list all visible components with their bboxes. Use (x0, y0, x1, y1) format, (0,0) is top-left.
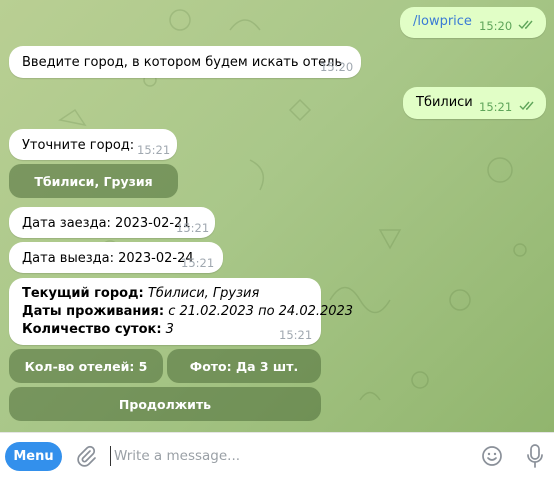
message-tbilisi[interactable]: Тбилиси 15:21 (403, 87, 546, 119)
double-check-icon (518, 20, 533, 30)
city-option-button[interactable]: Тбилиси, Грузия (9, 164, 178, 198)
microphone-icon[interactable] (523, 443, 547, 469)
message-time: 15:21 (176, 221, 210, 235)
summary-dates-line: Даты проживания: с 21.02.2023 по 24.02.2… (22, 304, 353, 319)
summary-city-line: Текущий город: Тбилиси, Грузия (22, 286, 259, 301)
message-text: Уточните город: (22, 138, 135, 153)
paperclip-icon[interactable] (74, 444, 98, 468)
hotels-count-button[interactable]: Кол-во отелей: 5 (9, 349, 163, 383)
summary-city-value: Тбилиси, Грузия (147, 286, 260, 301)
message-text: Введите город, в котором будем искать от… (22, 55, 343, 70)
message-time: 15:21 (181, 256, 215, 270)
chat-area: /lowprice 15:20 Введите город, в котором… (0, 0, 554, 432)
message-time: 15:21 (279, 328, 313, 342)
summary-nights-value: 3 (165, 322, 174, 337)
message-checkout-date[interactable]: Дата выезда: 2023-02-24 15:21 (9, 242, 223, 273)
message-text: /lowprice (413, 14, 472, 29)
message-text: Тбилиси (416, 95, 473, 110)
message-time: 15:21 (137, 143, 171, 157)
message-time: 15:20 (320, 60, 354, 74)
continue-button[interactable]: Продолжить (9, 387, 321, 421)
summary-city-label: Текущий город: (22, 286, 144, 301)
message-composer: Menu (0, 432, 554, 479)
menu-button[interactable]: Menu (5, 442, 62, 471)
message-time: 15:21 (479, 100, 513, 114)
message-text: Дата выезда: 2023-02-24 (22, 251, 194, 266)
photos-button[interactable]: Фото: Да 3 шт. (167, 349, 321, 383)
message-input[interactable] (110, 446, 454, 466)
message-enter-city[interactable]: Введите город, в котором будем искать от… (9, 46, 361, 78)
message-lowprice[interactable]: /lowprice 15:20 (400, 7, 546, 38)
message-checkin-date[interactable]: Дата заезда: 2023-02-21 15:21 (9, 207, 215, 238)
double-check-icon (519, 101, 534, 111)
summary-nights-label: Количество суток: (22, 322, 162, 337)
summary-dates-label: Даты проживания: (22, 304, 165, 319)
message-summary[interactable]: Текущий город: Тбилиси, Грузия Даты прож… (9, 278, 353, 345)
message-clarify-city[interactable]: Уточните город: 15:21 (9, 129, 177, 160)
message-text: Дата заезда: 2023-02-21 (22, 216, 191, 231)
emoji-icon[interactable] (480, 444, 504, 468)
summary-dates-value: с 21.02.2023 по 24.02.2023 (168, 304, 354, 319)
message-time: 15:20 (479, 19, 513, 33)
summary-nights-line: Количество суток: 3 (22, 322, 174, 337)
